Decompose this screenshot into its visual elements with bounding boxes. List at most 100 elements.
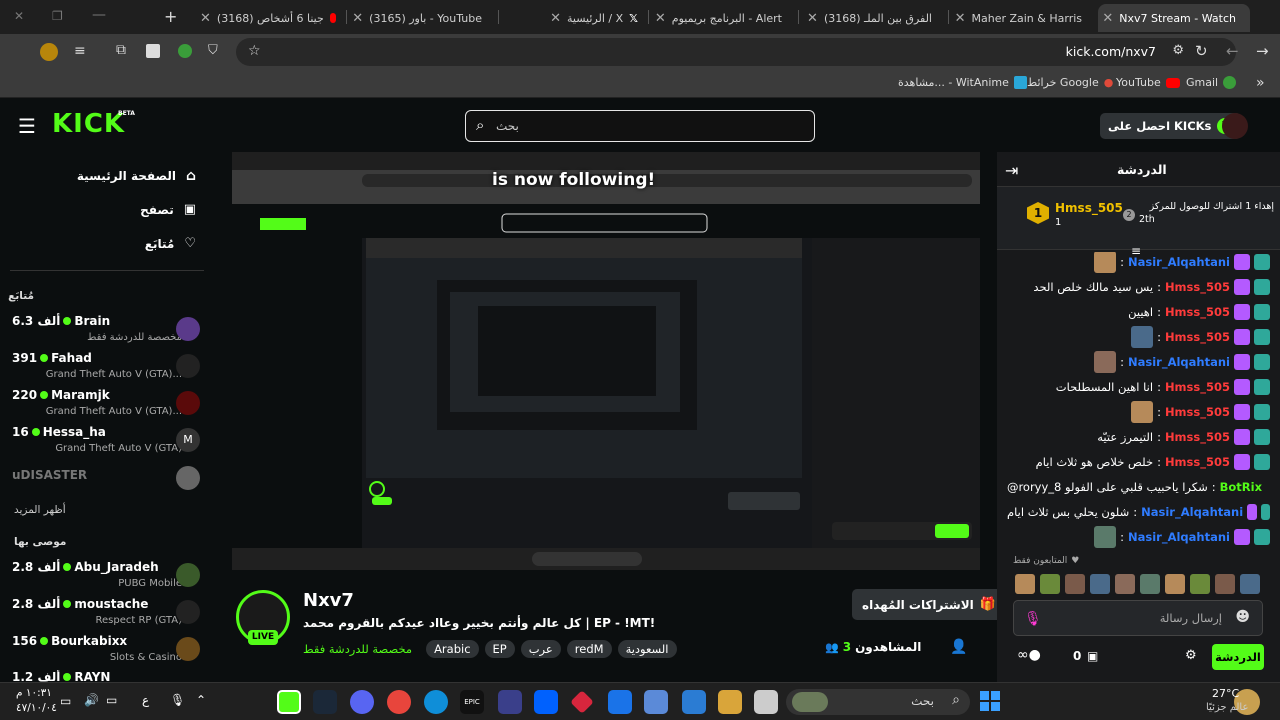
menu-icon[interactable]: ☰ bbox=[18, 114, 36, 138]
shield-icon[interactable]: ⛉ bbox=[208, 43, 218, 58]
chat-input[interactable]: 🎙 إرسال رسالة ☻ bbox=[1013, 600, 1263, 636]
chat-username[interactable]: Nasir_Alqahtani bbox=[1141, 505, 1243, 519]
recommended-channel[interactable]: 1.2 ألف RAYN bbox=[12, 670, 202, 682]
chat-username[interactable]: Nasir_Alqahtani bbox=[1128, 355, 1230, 369]
close-tab-icon[interactable]: ✕ bbox=[550, 11, 561, 26]
edge-icon[interactable] bbox=[424, 690, 448, 714]
close-tab-icon[interactable]: ✕ bbox=[200, 11, 211, 26]
gift-icon[interactable]: ▣ bbox=[1087, 649, 1098, 663]
language-indicator[interactable]: ع bbox=[142, 693, 149, 707]
get-kicks-button[interactable]: احصل على KICKs K bbox=[1100, 113, 1242, 139]
close-tab-icon[interactable]: ✕ bbox=[655, 11, 666, 26]
sidebar-item-home[interactable]: الصفحة الرئيسية ⌂ bbox=[77, 168, 196, 184]
tray-expand-icon[interactable]: ⌃ bbox=[196, 693, 206, 707]
bookmark-witanime[interactable]: مشاهدة... - WitAnime bbox=[898, 76, 1027, 89]
reload-icon[interactable]: ↻ bbox=[1195, 42, 1208, 60]
tab-power[interactable]: ✕ (3165) باور - YouTube bbox=[348, 4, 496, 32]
following-channel[interactable]: 6.3 ألف Brain مخصصة للدردشة فقط bbox=[12, 314, 202, 350]
epic-games-icon[interactable]: EPIC bbox=[460, 690, 484, 714]
close-tab-icon[interactable]: ✕ bbox=[352, 11, 363, 26]
app-icon[interactable] bbox=[570, 690, 594, 714]
window-maximize-icon[interactable]: ❐ bbox=[52, 9, 63, 23]
start-icon[interactable] bbox=[980, 691, 1000, 711]
app-icon[interactable] bbox=[498, 690, 522, 714]
collapse-chat-icon[interactable]: ⇥ bbox=[1005, 161, 1018, 180]
tag-ep[interactable]: EP bbox=[484, 640, 515, 658]
bookmark-star-icon[interactable]: ☆ bbox=[248, 43, 261, 59]
clock-date[interactable]: ٤٧/١٠/٠٤ bbox=[16, 702, 57, 714]
sidebar-item-following[interactable]: مُتابَع ♡ bbox=[145, 236, 196, 251]
chat-send-button[interactable]: الدردشة bbox=[1212, 644, 1264, 670]
tag-arabic[interactable]: Arabic bbox=[426, 640, 479, 658]
display-tray-icon[interactable]: ▭ bbox=[106, 693, 117, 707]
following-channel[interactable]: 220 Maramjk Grand Theft Auto V (GTA)... bbox=[12, 388, 202, 424]
site-settings-icon[interactable]: ⚙ bbox=[1172, 43, 1184, 58]
outlook-icon[interactable] bbox=[608, 690, 632, 714]
stream-category[interactable]: مخصصة للدردشة فقط bbox=[303, 642, 412, 656]
extension-icon[interactable] bbox=[146, 44, 160, 58]
kick-logo[interactable]: KICK bbox=[52, 109, 125, 139]
tag-redm[interactable]: redM bbox=[566, 640, 612, 658]
close-tab-icon[interactable]: ✕ bbox=[955, 11, 966, 26]
sidebar-item-browse[interactable]: تصفح ▣ bbox=[140, 202, 196, 217]
chat-username[interactable]: Hmss_505 bbox=[1165, 405, 1230, 419]
recommended-channel[interactable]: 156 Bourkabixx Slots & Casino bbox=[12, 634, 202, 670]
chat-username[interactable]: Hmss_505 bbox=[1165, 455, 1230, 469]
chat-username[interactable]: Hmss_505 bbox=[1165, 430, 1230, 444]
points-icon[interactable]: ∞● bbox=[1017, 647, 1041, 663]
close-tab-icon[interactable]: ✕ bbox=[807, 11, 818, 26]
bookmark-maps[interactable]: خرائط Google ● bbox=[1027, 76, 1113, 89]
extensions-icon[interactable]: ⧉ bbox=[116, 42, 126, 58]
tab-nxv7[interactable]: ✕ Nxv7 Stream - Watch bbox=[1098, 4, 1250, 32]
chat-username[interactable]: Nasir_Alqahtani bbox=[1128, 530, 1230, 544]
offline-channel[interactable]: uDISASTER bbox=[12, 466, 202, 492]
show-more-link[interactable]: أظهر المزيد bbox=[14, 504, 66, 516]
microphone-tray-icon[interactable]: 🎙 bbox=[170, 693, 185, 707]
copilot-icon[interactable] bbox=[644, 690, 668, 714]
forward-icon[interactable]: ← bbox=[1226, 42, 1239, 60]
tab-farq[interactable]: ✕ (3168) الفرق بين الملـ bbox=[800, 4, 946, 32]
taskbar-search[interactable]: بحث ⌕ bbox=[786, 689, 970, 715]
window-close-icon[interactable]: ✕ bbox=[14, 9, 24, 23]
following-channel[interactable]: 16 Hessa_ha Grand Theft Auto V (GTA) M bbox=[12, 425, 202, 461]
follow-user-icon[interactable]: 👤 bbox=[950, 639, 967, 655]
file-explorer-icon[interactable] bbox=[718, 690, 742, 714]
microphone-icon[interactable]: 🎙 bbox=[1024, 611, 1042, 627]
search-input[interactable]: ⌕ بحث bbox=[465, 110, 815, 142]
discord-icon[interactable] bbox=[350, 690, 374, 714]
steam-icon[interactable] bbox=[313, 690, 337, 714]
reading-list-icon[interactable]: ≡ bbox=[74, 43, 86, 59]
new-tab-icon[interactable]: + bbox=[164, 7, 177, 26]
bookmark-youtube[interactable]: YouTube bbox=[1116, 76, 1180, 89]
recommended-channel[interactable]: 2.8 ألف moustache Respect RP (GTA) bbox=[12, 597, 202, 633]
channel-name[interactable]: Nxv7 bbox=[303, 590, 354, 611]
emoji-icon[interactable]: ☻ bbox=[1235, 609, 1250, 625]
address-bar[interactable]: ☆ kick.com/nxv7 ⚙ bbox=[236, 38, 1236, 66]
app-icon[interactable] bbox=[754, 690, 778, 714]
vpn-extension-icon[interactable] bbox=[178, 44, 192, 58]
profile-avatar[interactable] bbox=[40, 43, 58, 61]
close-tab-icon[interactable]: ✕ bbox=[1102, 11, 1113, 26]
gift-subs-button[interactable]: الاشتراكات المُهداه 🎁 bbox=[852, 589, 1006, 620]
kick-app-icon[interactable] bbox=[277, 690, 301, 714]
chat-username[interactable]: Hmss_505 bbox=[1165, 280, 1230, 294]
tag-saudi[interactable]: السعودية bbox=[617, 640, 677, 658]
tab-maher[interactable]: ✕ Maher Zain & Harris bbox=[950, 4, 1096, 32]
battery-icon[interactable]: ▭ bbox=[60, 694, 71, 708]
chrome-icon[interactable] bbox=[387, 690, 411, 714]
recommended-channel[interactable]: 2.8 ألف Abu_Jaradeh PUBG Mobile bbox=[12, 560, 202, 596]
window-minimize-icon[interactable]: — bbox=[92, 7, 106, 23]
chat-username[interactable]: Hmss_505 bbox=[1165, 380, 1230, 394]
clock-time[interactable]: ١٠:٣١ م bbox=[16, 687, 52, 699]
tab-x[interactable]: ✕ الرئيسية / X 𝕏 bbox=[500, 4, 646, 32]
user-avatar[interactable] bbox=[1222, 113, 1248, 139]
tab-alert[interactable]: ✕ البرنامج بريميوم - Alert bbox=[650, 4, 796, 32]
tag-arab[interactable]: عرب bbox=[520, 640, 561, 658]
following-channel[interactable]: 391 Fahad Grand Theft Auto V (GTA)... bbox=[12, 351, 202, 387]
bookmark-gmail[interactable]: Gmail bbox=[1186, 76, 1237, 89]
chat-username[interactable]: BotRix bbox=[1220, 480, 1262, 494]
chat-username[interactable]: Hmss_505 bbox=[1165, 305, 1230, 319]
tab-6people[interactable]: ✕ (3168) جينا 6 أشخاص bbox=[192, 4, 344, 32]
chat-username[interactable]: Hmss_505 bbox=[1165, 330, 1230, 344]
all-bookmarks-icon[interactable]: » bbox=[1256, 75, 1265, 91]
